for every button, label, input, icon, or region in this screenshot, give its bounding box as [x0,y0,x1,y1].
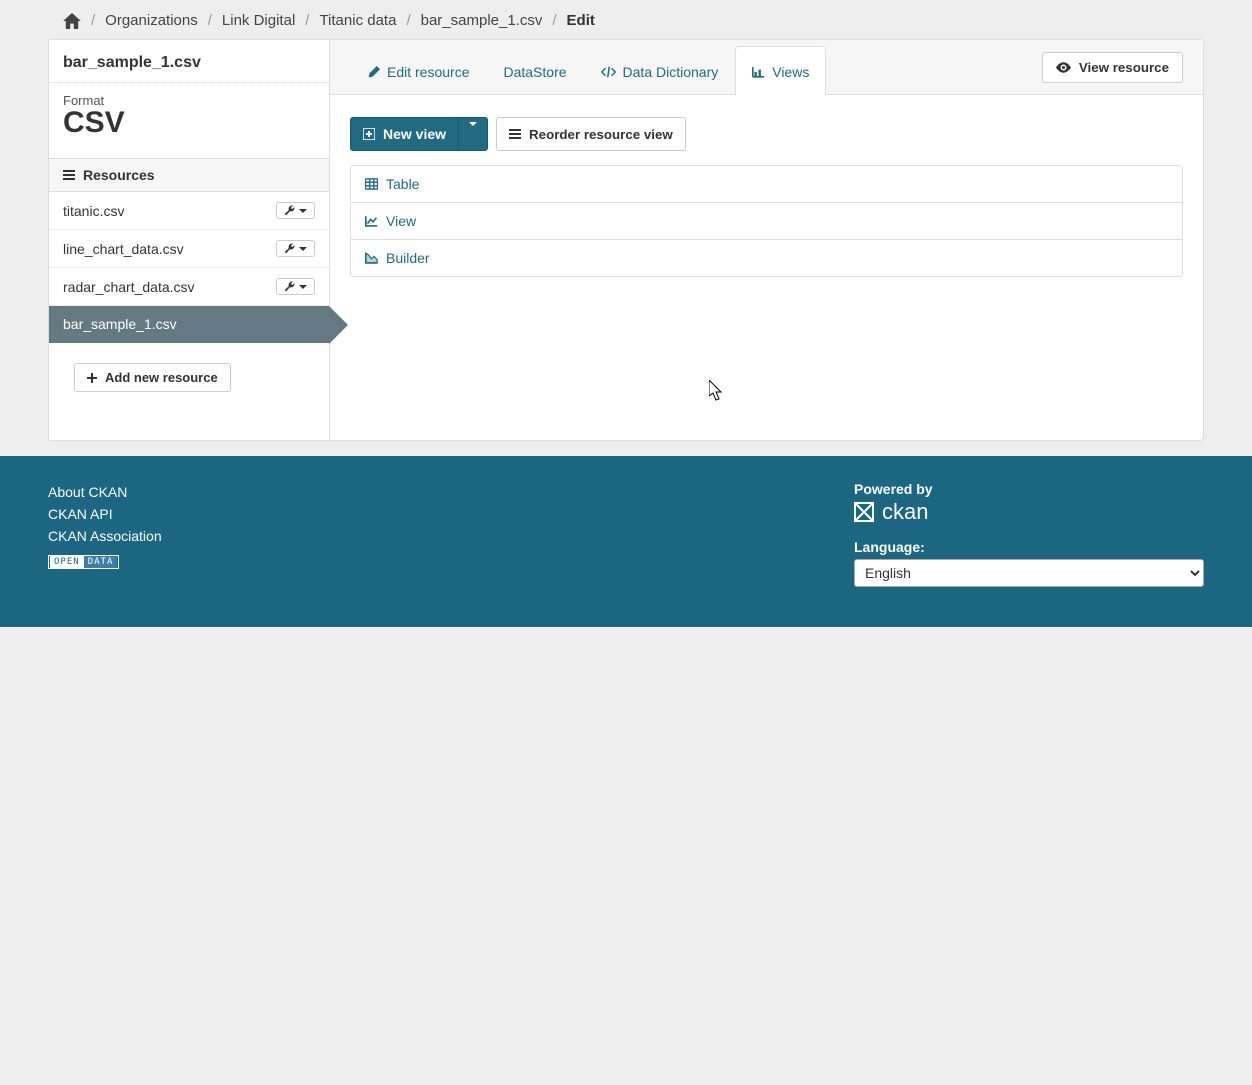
breadcrumb-sep: / [305,12,309,29]
view-resource-label: View resource [1079,60,1169,75]
footer-links: About CKAN CKAN API CKAN Association OPE… [48,481,162,587]
eye-icon [1056,62,1071,73]
resource-item[interactable]: line_chart_data.csv [49,230,329,268]
breadcrumb: / Organizations / Link Digital / Titanic… [48,0,1204,39]
tab-label: Edit resource [387,64,469,80]
sidebar: bar_sample_1.csv Format CSV Resources ti… [49,40,330,440]
resources-header-label: Resources [83,167,155,183]
view-item-label: View [386,213,416,229]
wrench-icon [284,205,295,216]
view-resource-button[interactable]: View resource [1042,52,1183,83]
breadcrumb-current: Edit [567,12,595,29]
language-label: Language: [854,539,1204,555]
tab-views[interactable]: Views [735,46,826,95]
tab-datastore[interactable]: DataStore [486,46,583,95]
home-icon[interactable] [63,13,81,29]
new-view-label: New view [383,126,446,142]
resource-item[interactable]: titanic.csv [49,192,329,230]
view-item-label: Builder [386,250,430,266]
new-view-dropdown[interactable] [458,118,487,150]
plus-square-icon [363,128,375,140]
area-chart-icon [365,252,378,264]
reorder-button[interactable]: Reorder resource view [496,117,686,151]
format-value: CSV [49,106,329,158]
view-item-builder[interactable]: Builder [351,240,1182,276]
main-panel: bar_sample_1.csv Format CSV Resources ti… [48,39,1204,441]
view-item-view[interactable]: View [351,203,1182,240]
resource-item-active[interactable]: bar_sample_1.csv [49,306,329,343]
code-icon [601,66,616,78]
breadcrumb-sep: / [406,12,410,29]
wrench-icon [284,243,295,254]
tab-label: Views [772,64,809,80]
resource-item-label: bar_sample_1.csv [63,316,177,332]
breadcrumb-organizations[interactable]: Organizations [105,12,198,29]
footer-right: Powered by ckan Language: English [854,481,1204,587]
resource-wrench-button[interactable] [276,240,315,257]
tab-label: Data Dictionary [623,64,719,80]
new-view-main[interactable]: New view [351,118,458,150]
tabbar: Edit resource DataStore Data Dictionary … [330,40,1203,95]
main-content: Edit resource DataStore Data Dictionary … [330,40,1203,440]
tab-data-dictionary[interactable]: Data Dictionary [584,46,736,95]
table-icon [365,178,378,190]
resource-item[interactable]: radar_chart_data.csv [49,268,329,306]
resource-list: titanic.csv line_chart_data.csv radar_ch… [49,192,329,343]
breadcrumb-link-digital[interactable]: Link Digital [222,12,295,29]
footer-link-about[interactable]: About CKAN [48,481,162,503]
resource-wrench-button[interactable] [276,202,315,219]
language-select[interactable]: English [854,559,1204,587]
ckan-logo-text: ckan [882,499,928,525]
ckan-logo[interactable]: ckan [854,499,1204,525]
resources-header: Resources [49,158,329,192]
open-data-right: DATA [84,556,118,568]
pencil-icon [367,66,380,79]
view-item-label: Table [386,176,419,192]
wrench-icon [284,281,295,292]
resource-item-label: titanic.csv [63,203,124,219]
ckan-logo-icon [854,502,874,522]
open-data-badge[interactable]: OPENDATA [48,555,119,569]
add-resource-label: Add new resource [105,370,218,385]
footer: About CKAN CKAN API CKAN Association OPE… [0,456,1252,627]
resource-wrench-button[interactable] [276,278,315,295]
plus-icon [87,373,97,383]
bar-chart-icon [752,66,765,78]
views-list: Table View Builder [350,165,1183,277]
views-toolbar: New view Reorder resource view [330,95,1203,165]
tab-label: DataStore [503,64,566,80]
resource-title: bar_sample_1.csv [49,54,329,83]
breadcrumb-sep: / [552,12,556,29]
resource-item-label: line_chart_data.csv [63,241,184,257]
footer-link-association[interactable]: CKAN Association [48,525,162,547]
caret-down-icon [299,285,307,289]
open-data-left: OPEN [50,556,84,568]
tab-edit-resource[interactable]: Edit resource [350,46,486,95]
breadcrumb-sep: / [91,12,95,29]
breadcrumb-titanic-data[interactable]: Titanic data [319,12,396,29]
resource-item-label: radar_chart_data.csv [63,279,195,295]
breadcrumb-sep: / [208,12,212,29]
list-icon [63,170,75,180]
reorder-label: Reorder resource view [529,127,673,142]
footer-link-api[interactable]: CKAN API [48,503,162,525]
view-item-table[interactable]: Table [351,166,1182,203]
caret-down-icon [299,209,307,213]
line-chart-icon [365,215,378,227]
breadcrumb-resource[interactable]: bar_sample_1.csv [421,12,543,29]
caret-down-icon [299,247,307,251]
new-view-button[interactable]: New view [350,117,488,151]
powered-by-label: Powered by [854,481,1204,497]
add-resource-button[interactable]: Add new resource [74,363,231,392]
caret-down-icon [469,122,477,142]
list-icon [509,129,521,139]
